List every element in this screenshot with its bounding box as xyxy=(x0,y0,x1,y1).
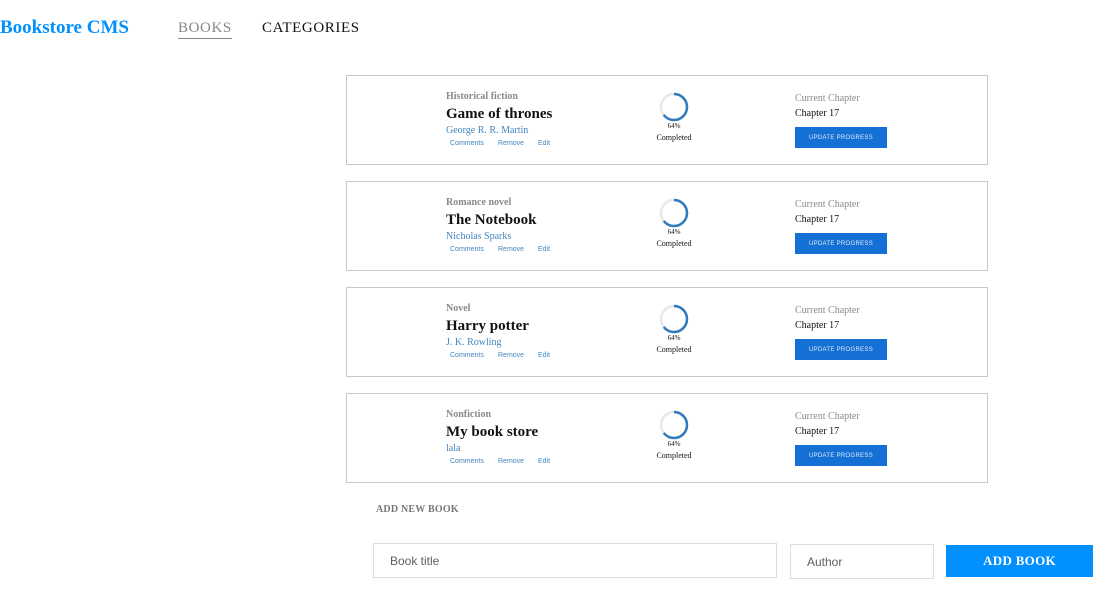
progress-ring xyxy=(659,410,689,440)
remove-link[interactable]: Remove xyxy=(498,246,524,253)
book-category: Historical fiction xyxy=(446,91,518,102)
book-author: J. K. Rowling xyxy=(446,337,502,348)
progress-percent: 64% xyxy=(667,228,681,236)
current-chapter-value: Chapter 17 xyxy=(795,214,840,225)
update-progress-button[interactable]: UPDATE PROGRESS xyxy=(795,339,887,360)
book-author: George R. R. Martin xyxy=(446,125,529,136)
current-chapter-label: Current Chapter xyxy=(795,411,860,422)
brand-title[interactable]: Bookstore CMS xyxy=(0,17,129,39)
book-category: Novel xyxy=(446,303,471,314)
current-chapter-value: Chapter 17 xyxy=(795,426,840,437)
book-title: Harry potter xyxy=(446,318,529,334)
book-title: The Notebook xyxy=(446,212,537,228)
book-card: Nonfiction My book store lala Comments R… xyxy=(346,393,988,483)
author-input[interactable] xyxy=(790,544,934,579)
comments-link[interactable]: Comments xyxy=(450,458,484,465)
nav-link-books[interactable]: BOOKS xyxy=(178,20,232,39)
completed-label: Completed xyxy=(656,345,692,354)
progress-ring xyxy=(659,304,689,334)
update-progress-button[interactable]: UPDATE PROGRESS xyxy=(795,127,887,148)
edit-link[interactable]: Edit xyxy=(538,458,550,465)
book-title: My book store xyxy=(446,424,539,440)
edit-link[interactable]: Edit xyxy=(538,140,550,147)
remove-link[interactable]: Remove xyxy=(498,140,524,147)
current-chapter-label: Current Chapter xyxy=(795,93,860,104)
add-book-button[interactable]: ADD BOOK xyxy=(946,545,1093,577)
book-card: Novel Harry potter J. K. Rowling Comment… xyxy=(346,287,988,377)
completed-label: Completed xyxy=(656,239,692,248)
progress-ring xyxy=(659,198,689,228)
nav-link-categories[interactable]: CATEGORIES xyxy=(262,20,360,37)
add-book-heading: ADD NEW BOOK xyxy=(376,504,459,515)
book-category: Romance novel xyxy=(446,197,512,208)
progress-percent: 64% xyxy=(667,122,681,130)
remove-link[interactable]: Remove xyxy=(498,352,524,359)
update-progress-button[interactable]: UPDATE PROGRESS xyxy=(795,445,887,466)
comments-link[interactable]: Comments xyxy=(450,246,484,253)
completed-label: Completed xyxy=(656,451,692,460)
update-progress-button[interactable]: UPDATE PROGRESS xyxy=(795,233,887,254)
current-chapter-value: Chapter 17 xyxy=(795,320,840,331)
book-title: Game of thrones xyxy=(446,106,553,122)
progress-percent: 64% xyxy=(667,440,681,448)
edit-link[interactable]: Edit xyxy=(538,246,550,253)
book-card: Romance novel The Notebook Nicholas Spar… xyxy=(346,181,988,271)
book-title-input[interactable] xyxy=(373,543,777,578)
current-chapter-label: Current Chapter xyxy=(795,199,860,210)
current-chapter-label: Current Chapter xyxy=(795,305,860,316)
remove-link[interactable]: Remove xyxy=(498,458,524,465)
progress-percent: 64% xyxy=(667,334,681,342)
comments-link[interactable]: Comments xyxy=(450,352,484,359)
current-chapter-value: Chapter 17 xyxy=(795,108,840,119)
book-author: lala xyxy=(446,443,461,454)
edit-link[interactable]: Edit xyxy=(538,352,550,359)
progress-ring xyxy=(659,92,689,122)
book-author: Nicholas Sparks xyxy=(446,231,512,242)
book-card: Historical fiction Game of thrones Georg… xyxy=(346,75,988,165)
completed-label: Completed xyxy=(656,133,692,142)
comments-link[interactable]: Comments xyxy=(450,140,484,147)
book-category: Nonfiction xyxy=(446,409,491,420)
